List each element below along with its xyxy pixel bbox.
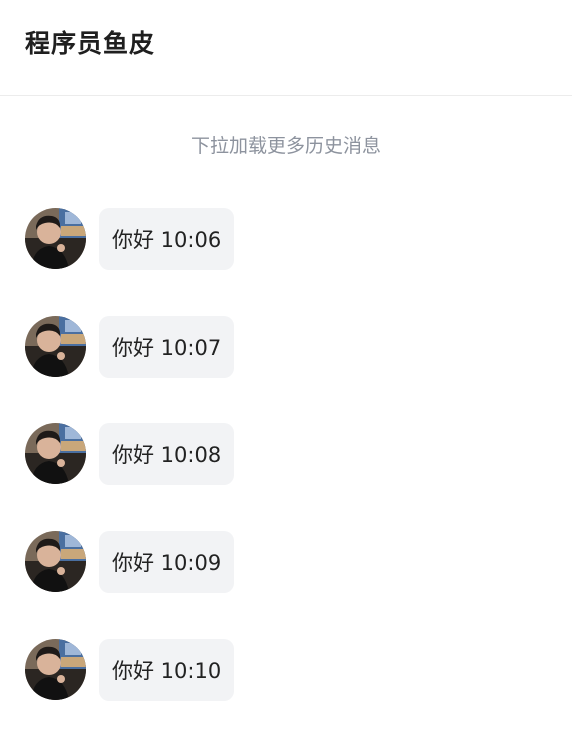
message-bubble[interactable]: 你好 10:08 <box>99 423 235 485</box>
message-bubble[interactable]: 你好 10:09 <box>99 531 235 593</box>
message-bubble[interactable]: 你好 10:06 <box>99 208 235 270</box>
message-item: 你好 10:06 <box>0 208 572 270</box>
chat-header: 程序员鱼皮 <box>0 0 572 96</box>
avatar-icon[interactable] <box>25 531 86 592</box>
avatar-icon[interactable] <box>25 208 86 269</box>
message-item: 你好 10:10 <box>0 639 572 701</box>
message-bubble[interactable]: 你好 10:10 <box>99 639 235 701</box>
message-item: 你好 10:09 <box>0 531 572 593</box>
load-more-history[interactable]: 下拉加载更多历史消息 <box>0 130 572 162</box>
message-item: 你好 10:07 <box>0 316 572 378</box>
avatar-icon[interactable] <box>25 639 86 700</box>
message-bubble[interactable]: 你好 10:07 <box>99 316 235 378</box>
avatar-icon[interactable] <box>25 423 86 484</box>
avatar-icon[interactable] <box>25 316 86 377</box>
message-item: 你好 10:08 <box>0 423 572 485</box>
chat-title: 程序员鱼皮 <box>25 29 156 58</box>
